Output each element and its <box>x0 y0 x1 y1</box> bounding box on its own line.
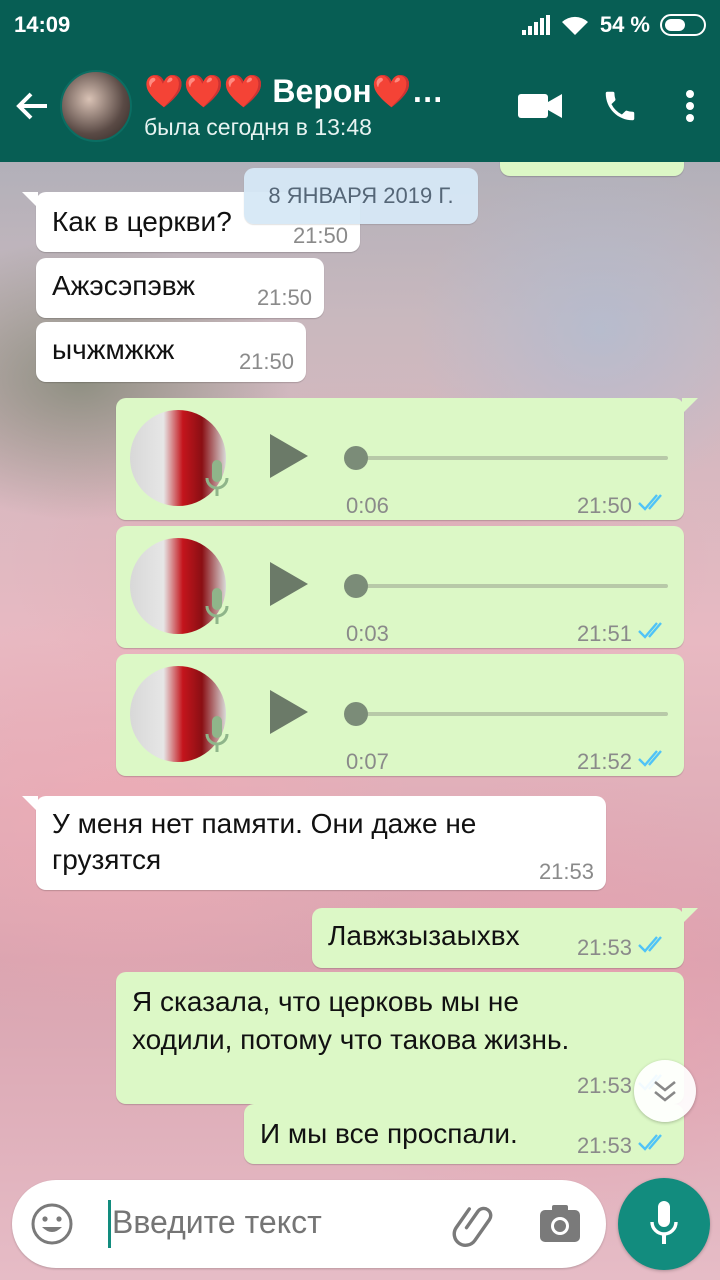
voice-call-button[interactable] <box>580 50 660 162</box>
video-call-button[interactable] <box>500 50 580 162</box>
message-bubble-partial <box>500 162 684 176</box>
message-bubble-incoming[interactable]: ычжмжкж 21:50 <box>36 322 306 382</box>
play-icon[interactable] <box>268 688 310 736</box>
scroll-down-icon <box>654 1080 676 1102</box>
message-text: И мы все проспали. <box>260 1118 518 1149</box>
voice-message[interactable]: 0:03 21:51 <box>116 526 684 648</box>
wifi-icon <box>561 16 588 35</box>
contact-info[interactable]: ❤️❤️❤️ Верон❤️… была сегодня в 13:48 <box>144 72 500 141</box>
audio-progress-track[interactable] <box>356 456 668 460</box>
camera-icon[interactable] <box>538 1202 582 1246</box>
message-time: 21:51 <box>576 621 632 646</box>
avatar[interactable] <box>60 70 132 142</box>
double-check-icon <box>638 1134 662 1151</box>
audio-progress-track[interactable] <box>356 712 668 716</box>
message-text: Лавжзызаыхвх <box>328 920 520 951</box>
date-divider: 8 ЯНВАРЯ 2019 Г. <box>244 168 478 224</box>
voice-duration: 0:07 <box>346 749 389 774</box>
phone-icon <box>605 91 635 121</box>
signal-icon <box>521 15 550 35</box>
audio-seek-handle[interactable] <box>344 446 368 470</box>
double-check-icon <box>638 750 662 767</box>
back-arrow-icon[interactable] <box>4 50 60 162</box>
message-bubble-outgoing[interactable]: И мы все проспали. 21:53 <box>244 1104 684 1164</box>
audio-seek-handle[interactable] <box>344 702 368 726</box>
status-indicators: 54 % <box>521 12 706 38</box>
battery-icon <box>660 14 706 36</box>
message-time: 21:53 <box>576 1133 632 1158</box>
voice-message[interactable]: 0:07 21:52 <box>116 654 684 776</box>
audio-progress-track[interactable] <box>356 584 668 588</box>
message-time: 21:53 <box>538 859 594 884</box>
play-icon[interactable] <box>268 432 310 480</box>
message-bubble-outgoing[interactable]: Я сказала, что церковь мы не ходили, пот… <box>116 972 684 1104</box>
message-bubble-outgoing[interactable]: Лавжзызаыхвх 21:53 <box>312 908 698 968</box>
voice-duration: 0:06 <box>346 493 389 518</box>
message-text-line: ходили, потому что такова жизнь. <box>132 1024 570 1055</box>
text-cursor <box>108 1200 111 1248</box>
message-text: Как в церкви? <box>52 206 232 237</box>
battery-percent: 54 % <box>599 12 650 37</box>
mic-icon <box>205 588 229 624</box>
emoji-icon[interactable] <box>30 1202 74 1246</box>
message-text: ычжмжкж <box>52 334 175 365</box>
double-check-icon <box>638 622 662 639</box>
message-list[interactable]: Как в церкви? 21:50 8 ЯНВАРЯ 2019 Г. Ажэ… <box>0 162 720 1180</box>
message-time: 21:52 <box>576 749 632 774</box>
attach-icon[interactable] <box>452 1200 500 1248</box>
message-time: 21:50 <box>238 349 294 374</box>
message-time: 21:53 <box>576 1073 632 1098</box>
message-composer <box>12 1180 606 1268</box>
video-call-icon <box>518 94 562 118</box>
message-text-line: грузятся <box>52 844 162 875</box>
message-bubble-incoming[interactable]: У меня нет памяти. Они даже не грузятся … <box>22 796 606 890</box>
message-time: 21:50 <box>256 285 312 310</box>
status-bar: 14:09 54 % <box>0 0 720 50</box>
message-time: 21:50 <box>576 493 632 518</box>
record-voice-button[interactable] <box>618 1178 710 1270</box>
voice-duration: 0:03 <box>346 621 389 646</box>
contact-name: ❤️❤️❤️ Верон❤️… <box>144 72 444 109</box>
mic-icon <box>205 716 229 752</box>
double-check-icon <box>638 494 662 511</box>
more-vert-icon <box>686 90 694 122</box>
play-icon[interactable] <box>268 560 310 608</box>
status-time: 14:09 <box>14 12 71 37</box>
message-input[interactable] <box>112 1204 442 1241</box>
audio-seek-handle[interactable] <box>344 574 368 598</box>
message-bubble-incoming[interactable]: Ажэсэпэвж 21:50 <box>36 258 324 318</box>
chat-header: ❤️❤️❤️ Верон❤️… была сегодня в 13:48 <box>0 50 720 162</box>
scroll-to-bottom-button[interactable] <box>634 1060 696 1122</box>
voice-message[interactable]: 0:06 21:50 <box>116 398 698 520</box>
message-text-line: Я сказала, что церковь мы не <box>132 986 519 1017</box>
message-text-line: У меня нет памяти. Они даже не <box>52 808 477 839</box>
more-options-button[interactable] <box>660 50 720 162</box>
last-seen: была сегодня в 13:48 <box>144 113 372 140</box>
mic-icon <box>650 1201 678 1244</box>
message-time: 21:53 <box>576 935 632 960</box>
mic-icon <box>205 460 229 496</box>
double-check-icon <box>638 936 662 953</box>
message-text: Ажэсэпэвж <box>52 270 196 301</box>
